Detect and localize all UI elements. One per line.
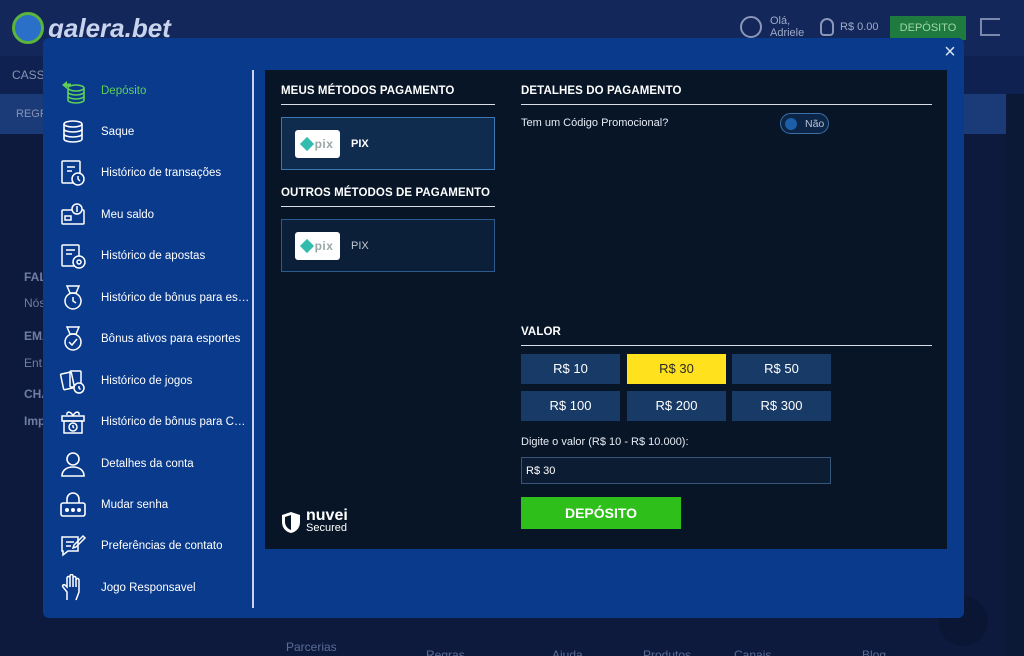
menu-item-games-history[interactable]: Histórico de jogos [59,366,253,396]
amount-button[interactable]: R$ 50 [732,354,831,384]
header-deposit-button[interactable]: DEPÓSITO [890,16,966,40]
account-side-menu: Depósito Saque Histórico de transações M… [43,70,253,610]
footer-link[interactable]: Regras [426,648,465,656]
withdraw-icon [59,118,87,146]
menu-label: Histórico de jogos [101,375,193,387]
balance-display[interactable]: R$ 0.00 [820,18,879,36]
menu-item-contact-preferences[interactable]: Preferências de contato [59,531,253,561]
value-title: VALOR [521,326,561,338]
money-bag-icon [820,18,834,36]
nuvei-name: nuvei [306,507,348,524]
pix-logo-icon: pix [295,232,340,260]
transaction-history-icon [59,159,87,187]
hand-icon [59,574,87,602]
menu-label: Histórico de bônus para esportes [101,292,251,304]
promo-code-toggle[interactable]: Não [780,113,829,134]
logo-ball-icon [12,12,44,44]
menu-divider [252,70,254,608]
menu-item-transaction-history[interactable]: Histórico de transações [59,158,253,188]
menu-label: Histórico de bônus para Cassino [101,416,251,428]
menu-label: Depósito [101,85,147,97]
menu-item-responsible-gaming[interactable]: Jogo Responsavel [59,573,253,603]
promo-question: Tem um Código Promocional? [521,117,669,129]
cards-history-icon [59,367,87,395]
logout-icon[interactable] [980,18,1000,36]
toggle-knob [785,118,797,130]
sports-bonus-history-icon [59,284,87,312]
user-icon [59,450,87,478]
footer-link[interactable]: Produtos [643,648,691,656]
amount-input[interactable] [521,457,831,484]
page-scrollbar[interactable] [1006,94,1024,656]
medal-check-icon [59,325,87,353]
my-method-pix[interactable]: pix PIX [281,117,495,170]
menu-item-change-password[interactable]: Mudar senha [59,490,253,520]
divider [281,206,495,207]
value-hint: Digite o valor (R$ 10 - R$ 10.000): [521,436,689,448]
menu-item-sports-bonus-history[interactable]: Histórico de bônus para esportes [59,283,253,313]
bg-text-fragment: Ent [24,356,43,370]
amount-button[interactable]: R$ 10 [521,354,620,384]
close-icon[interactable]: × [940,42,960,62]
method-label: PIX [351,240,369,252]
method-label: PIX [351,138,369,150]
divider [521,104,932,105]
footer-link[interactable]: Parcerias [286,640,337,654]
menu-label: Meu saldo [101,209,155,221]
menu-label: Mudar senha [101,499,169,511]
wallet-icon [59,201,87,229]
bet-history-icon [59,242,87,270]
user-avatar-icon [740,16,762,38]
gift-clock-icon [59,408,87,436]
other-method-pix[interactable]: pix PIX [281,219,495,272]
deposit-button[interactable]: DEPÓSITO [521,497,681,529]
details-title: DETALHES DO PAGAMENTO [521,85,682,97]
menu-label: Histórico de transações [101,167,222,179]
menu-label: Bônus ativos para esportes [101,333,241,345]
user-greeting[interactable]: Olá, Adriele [740,15,804,39]
menu-label: Detalhes da conta [101,458,194,470]
menu-label: Histórico de apostas [101,250,206,262]
amount-button[interactable]: R$ 300 [732,391,831,421]
balance-value: R$ 0.00 [840,21,879,33]
nuvei-secured-badge: nuvei Secured [281,507,348,534]
footer-link[interactable]: Ajuda [552,648,583,656]
shield-icon [282,511,300,533]
menu-item-casino-bonus-history[interactable]: Histórico de bônus para Cassino [59,407,253,437]
menu-item-active-sports-bonus[interactable]: Bônus ativos para esportes [59,324,253,354]
nav-fragment[interactable]: CASS [12,68,45,82]
nuvei-secured: Secured [306,522,347,534]
contact-form-icon [59,532,87,560]
toggle-label: Não [805,118,825,130]
amount-button[interactable]: R$ 100 [521,391,620,421]
my-methods-title: MEUS MÉTODOS PAGAMENTO [281,85,455,97]
amount-button-selected[interactable]: R$ 30 [627,354,726,384]
divider [521,345,932,346]
amount-button[interactable]: R$ 200 [627,391,726,421]
footer-link[interactable]: Blog [862,648,886,656]
menu-item-withdraw[interactable]: Saque [59,117,253,147]
menu-item-bet-history[interactable]: Histórico de apostas [59,241,253,271]
menu-label: Preferências de contato [101,540,223,552]
footer-link[interactable]: Canais [734,648,771,656]
divider [281,104,495,105]
menu-item-account-details[interactable]: Detalhes da conta [59,449,253,479]
menu-item-balance[interactable]: Meu saldo [59,200,253,230]
pix-logo-icon: pix [295,130,340,158]
menu-label: Saque [101,126,135,138]
menu-label: Jogo Responsavel [101,582,196,594]
coins-stack-icon [59,77,87,105]
lock-icon [59,491,87,519]
menu-item-deposit[interactable]: Depósito [59,76,253,106]
other-methods-title: OUTROS MÉTODOS DE PAGAMENTO [281,187,491,199]
greeting-line1: Olá, [770,15,791,27]
